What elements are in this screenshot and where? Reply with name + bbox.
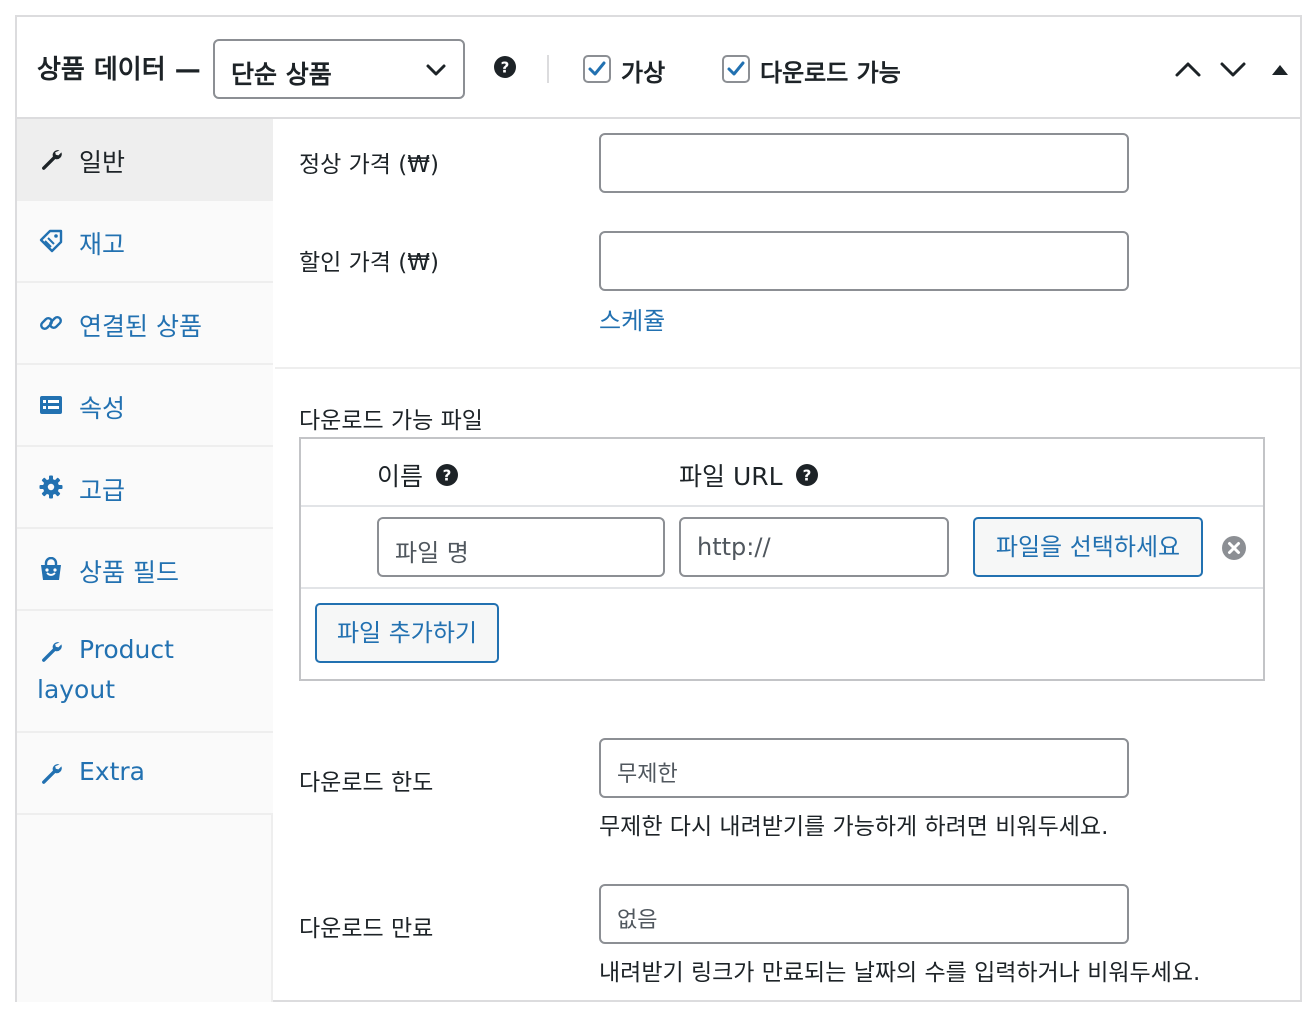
svg-text:?: ? bbox=[501, 59, 510, 77]
shopping-bag-icon bbox=[41, 557, 61, 580]
file-row: 파일 명 http:// 파일을 선택하세요 bbox=[301, 507, 1263, 589]
virtual-label[interactable]: 가상 bbox=[621, 53, 665, 88]
regular-price-label: 정상 가격 (₩) bbox=[299, 152, 439, 178]
tab-label: 재고 bbox=[79, 230, 126, 259]
schedule-link[interactable]: 스케쥴 bbox=[599, 301, 665, 336]
link-icon bbox=[40, 316, 62, 330]
product-data-header: 상품 데이터 — 단순 상품 ? 가상 다운로드 가능 bbox=[17, 17, 1300, 119]
virtual-checkbox[interactable] bbox=[583, 55, 611, 83]
download-expiry-placeholder: 없음 bbox=[617, 908, 658, 933]
header-divider bbox=[547, 55, 549, 83]
section-divider bbox=[275, 367, 1300, 369]
download-limit-description: 무제한 다시 내려받기를 가능하게 하려면 비워두세요. bbox=[599, 814, 1109, 840]
general-tab-panel: 정상 가격 (₩) 할인 가격 (₩) 스케쥴 다운로드 가능 파일 이름 ? … bbox=[275, 119, 1300, 1002]
chevron-up-icon[interactable] bbox=[1173, 57, 1203, 81]
gear-icon bbox=[39, 475, 63, 499]
question-circle-icon[interactable]: ? bbox=[435, 463, 459, 487]
tab-label: 일반 bbox=[79, 148, 126, 177]
svg-text:?: ? bbox=[443, 467, 452, 485]
checkmark-icon bbox=[588, 61, 606, 76]
list-card-icon bbox=[40, 396, 62, 414]
tab-label-line2: layout bbox=[37, 675, 116, 704]
downloadable-checkbox[interactable] bbox=[722, 55, 750, 83]
col-name-header: 이름 bbox=[377, 462, 424, 491]
svg-text:?: ? bbox=[803, 467, 812, 485]
col-url-header: 파일 URL bbox=[679, 462, 783, 491]
add-file-button[interactable]: 파일 추가하기 bbox=[315, 603, 499, 663]
sale-price-label: 할인 가격 (₩) bbox=[299, 250, 439, 276]
wrench-icon bbox=[42, 642, 62, 662]
tab-label: 상품 필드 bbox=[79, 558, 179, 587]
file-name-placeholder: 파일 명 bbox=[395, 539, 469, 567]
download-expiry-label: 다운로드 만료 bbox=[299, 916, 434, 942]
product-type-value: 단순 상품 bbox=[231, 60, 332, 89]
question-circle-icon[interactable]: ? bbox=[493, 55, 517, 79]
chevron-down-icon[interactable] bbox=[1218, 57, 1248, 81]
file-name-input[interactable]: 파일 명 bbox=[377, 517, 665, 577]
file-url-placeholder: http:// bbox=[697, 533, 771, 561]
tab-label: 속성 bbox=[79, 394, 126, 423]
file-url-input[interactable]: http:// bbox=[679, 517, 949, 577]
tab-label: 연결된 상품 bbox=[79, 312, 202, 341]
download-limit-label: 다운로드 한도 bbox=[299, 770, 434, 796]
download-expiry-input[interactable]: 없음 bbox=[599, 884, 1129, 944]
product-type-select[interactable]: 단순 상품 bbox=[213, 39, 465, 99]
tab-label: 고급 bbox=[79, 476, 126, 505]
product-data-panel: 상품 데이터 — 단순 상품 ? 가상 다운로드 가능 일반 재고 연결된 상품… bbox=[15, 15, 1302, 1002]
tag-icon bbox=[39, 229, 63, 253]
tab-attributes[interactable]: 속성 bbox=[17, 365, 273, 447]
wrench-icon bbox=[42, 764, 62, 784]
downloadable-files-table: 이름 ? 파일 URL ? 파일 명 http:// 파일을 선택하세요 파일 … bbox=[299, 437, 1265, 681]
panel-title: 상품 데이터 — bbox=[37, 55, 201, 85]
chevron-down-icon bbox=[426, 64, 446, 76]
choose-file-button[interactable]: 파일을 선택하세요 bbox=[973, 517, 1203, 577]
sale-price-input[interactable] bbox=[599, 231, 1129, 291]
tab-product-fields[interactable]: 상품 필드 bbox=[17, 529, 273, 611]
tab-label: Extra bbox=[79, 757, 145, 786]
tab-product-layout[interactable]: Product layout bbox=[17, 611, 273, 733]
download-expiry-description: 내려받기 링크가 만료되는 날짜의 수를 입력하거나 비워두세요. bbox=[599, 960, 1201, 986]
files-table-header: 이름 ? 파일 URL ? bbox=[301, 439, 1263, 507]
downloadable-files-label: 다운로드 가능 파일 bbox=[299, 408, 483, 434]
tab-extra[interactable]: Extra bbox=[17, 733, 273, 815]
checkmark-icon bbox=[727, 61, 745, 76]
tab-label: Product bbox=[79, 635, 174, 664]
download-limit-input[interactable]: 무제한 bbox=[599, 738, 1129, 798]
regular-price-input[interactable] bbox=[599, 133, 1129, 193]
tab-inventory[interactable]: 재고 bbox=[17, 201, 273, 283]
remove-circle-icon[interactable] bbox=[1221, 535, 1247, 561]
wrench-icon bbox=[42, 150, 62, 170]
question-circle-icon[interactable]: ? bbox=[795, 463, 819, 487]
tab-advanced[interactable]: 고급 bbox=[17, 447, 273, 529]
tab-linked-products[interactable]: 연결된 상품 bbox=[17, 283, 273, 365]
tab-general[interactable]: 일반 bbox=[17, 119, 273, 201]
downloadable-label[interactable]: 다운로드 가능 bbox=[760, 53, 901, 88]
product-data-tabs: 일반 재고 연결된 상품 속성 고급 상품 필드 Product layout … bbox=[17, 119, 273, 1002]
download-limit-placeholder: 무제한 bbox=[617, 762, 678, 787]
toggle-triangle-icon[interactable] bbox=[1265, 57, 1295, 81]
